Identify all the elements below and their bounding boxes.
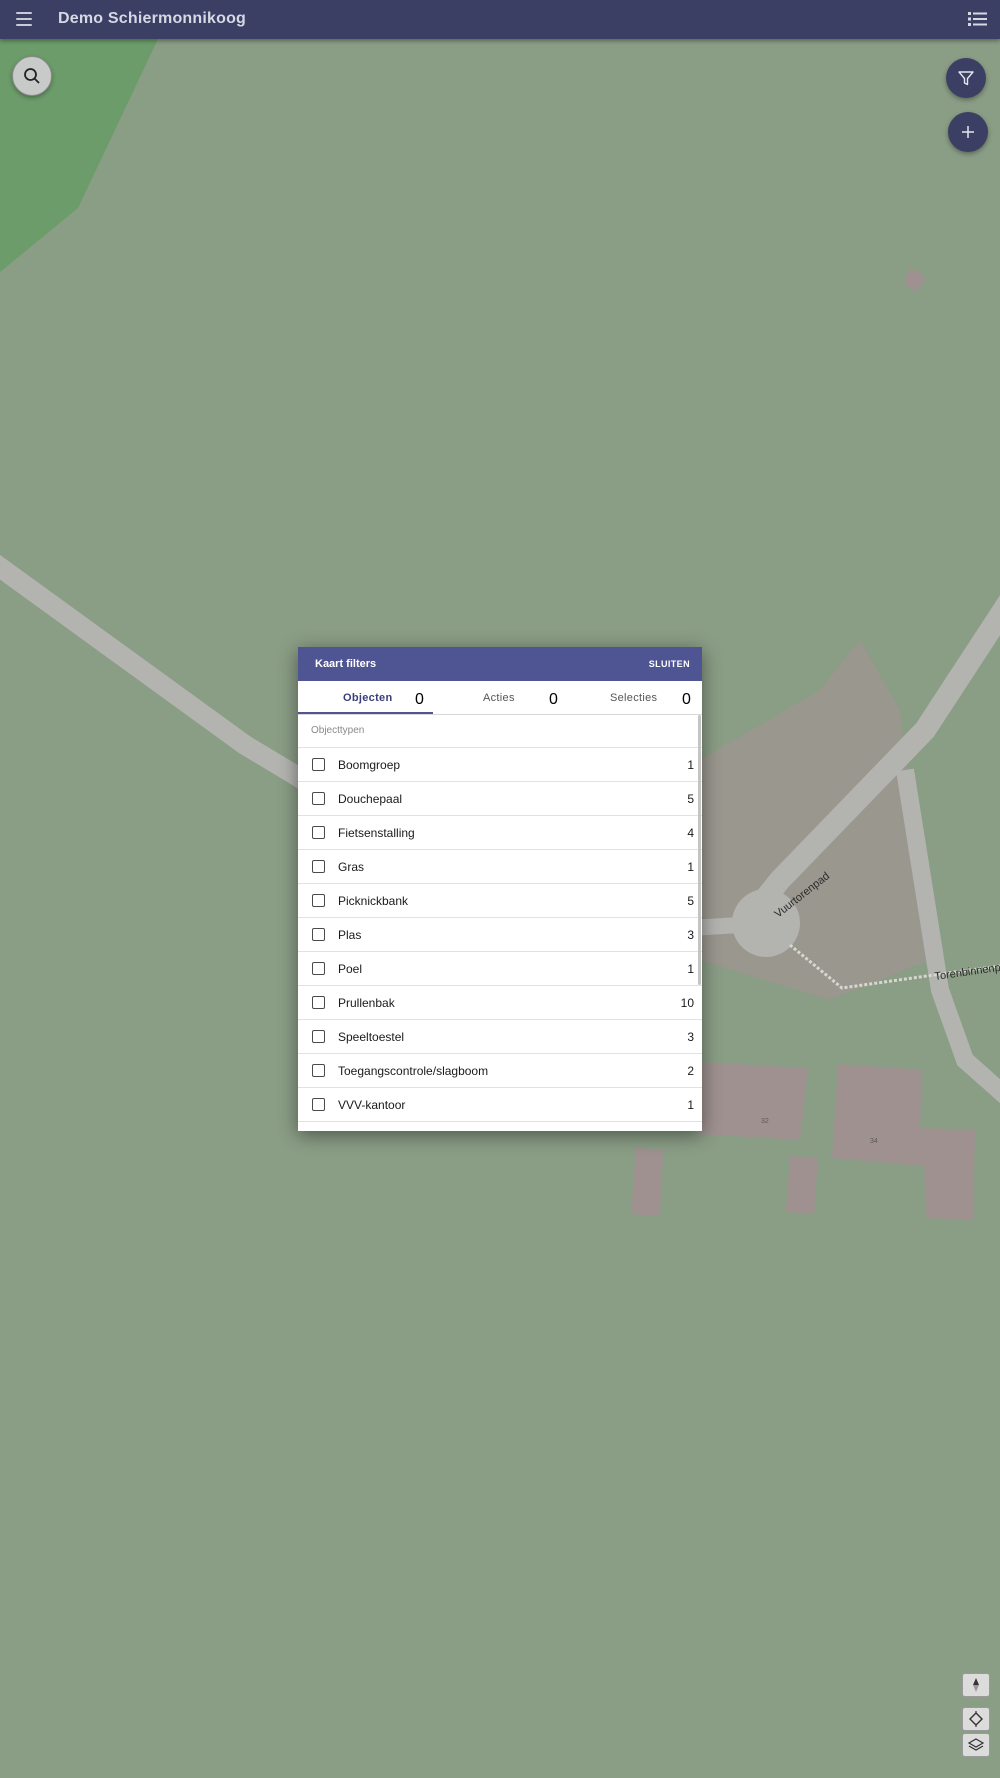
checkbox[interactable] [312,1030,325,1043]
checkbox[interactable] [312,962,325,975]
house-number: 32 [761,1118,769,1125]
list-scrollbar[interactable] [698,715,701,985]
filter-tabs: Objecten 0 Acties 0 Selecties 0 [298,681,702,715]
building [698,1062,808,1140]
item-count: 5 [687,894,694,908]
object-type-list[interactable]: Objecttypen Boomgroep 1 Douchepaal 5 Fiets… [298,715,702,1131]
list-item[interactable]: Prullenbak 10 [298,986,702,1020]
app-bar: Demo Schiermonnikoog [0,0,1000,39]
dialog-title: Kaart filters [315,658,377,670]
search-button[interactable] [12,56,52,96]
locate-icon [969,1711,983,1727]
item-label: Toegangscontrole/slagboom [338,1064,489,1078]
item-label: Prullenbak [338,996,395,1010]
item-label: Fietsenstalling [338,826,415,840]
tab-label: Selecties [610,691,658,704]
section-title: Objecttypen [298,715,702,748]
item-label: Douchepaal [338,792,403,806]
list-item[interactable]: Fietsenstalling 4 [298,816,702,850]
item-count: 3 [687,928,694,942]
list-item[interactable]: Boomgroep 1 [298,748,702,782]
item-count: 4 [687,826,694,840]
tab-count-badge: 0 [415,691,424,708]
item-label: VVV-kantoor [338,1098,406,1112]
checkbox[interactable] [312,1098,325,1111]
filter-icon [958,71,974,86]
list-item[interactable]: Speeltoestel 3 [298,1020,702,1054]
checkbox[interactable] [312,792,325,805]
building [786,1156,818,1214]
checkbox[interactable] [312,860,325,873]
app-title: Demo Schiermonnikoog [58,10,247,27]
plus-icon [962,126,974,138]
hamburger-icon[interactable] [12,8,36,30]
item-label: Plas [338,928,362,942]
compass-button[interactable] [962,1673,990,1697]
item-label: Poel [338,962,363,976]
list-item[interactable]: Plas 3 [298,918,702,952]
list-item[interactable]: Poel 1 [298,952,702,986]
list-item[interactable]: Gras 1 [298,850,702,884]
item-count: 10 [680,996,694,1010]
list-item[interactable]: VVV-kantoor 1 [298,1088,702,1122]
tab-label: Objecten [343,691,393,704]
item-count: 5 [687,792,694,806]
search-icon [24,68,40,84]
filter-button[interactable] [946,58,986,98]
item-count: 1 [687,758,694,772]
item-label: Picknickbank [338,894,409,908]
list-item[interactable]: Toegangscontrole/slagboom 2 [298,1054,702,1088]
list-item[interactable]: Picknickbank 5 [298,884,702,918]
item-count: 3 [687,1030,694,1044]
item-count: 1 [687,962,694,976]
item-count: 1 [687,1098,694,1112]
layers-icon [968,1738,984,1751]
item-label: Speeltoestel [338,1030,405,1044]
list-item[interactable]: Douchepaal 5 [298,782,702,816]
checkbox[interactable] [312,1064,325,1077]
checkbox[interactable] [312,996,325,1009]
tab-selecties[interactable]: Selecties [610,681,657,714]
tab-count-badge: 0 [549,691,558,708]
locate-button[interactable] [962,1707,990,1731]
checkbox[interactable] [312,928,325,941]
checkbox[interactable] [312,826,325,839]
item-label: Gras [338,860,365,874]
item-count: 2 [687,1064,694,1078]
add-button[interactable] [948,112,988,152]
close-button[interactable]: SLUITEN [649,659,690,669]
checkbox[interactable] [312,894,325,907]
compass-icon [973,1678,979,1692]
building [631,1148,663,1216]
tab-acties[interactable]: Acties [483,681,515,714]
layers-button[interactable] [962,1733,990,1757]
item-count: 1 [687,860,694,874]
dialog-header: Kaart filters SLUITEN [298,647,702,681]
active-tab-indicator [298,712,433,714]
checkbox[interactable] [312,758,325,771]
house-number: 34 [870,1138,878,1145]
map-filter-dialog: Kaart filters SLUITEN Objecten 0 Acties … [298,647,702,1131]
list-item[interactable] [298,1122,702,1131]
tab-label: Acties [483,691,515,704]
tab-count-badge: 0 [682,691,691,708]
tab-objecten[interactable]: Objecten [343,681,392,714]
list-icon[interactable] [966,8,990,30]
item-label: Boomgroep [338,758,401,772]
